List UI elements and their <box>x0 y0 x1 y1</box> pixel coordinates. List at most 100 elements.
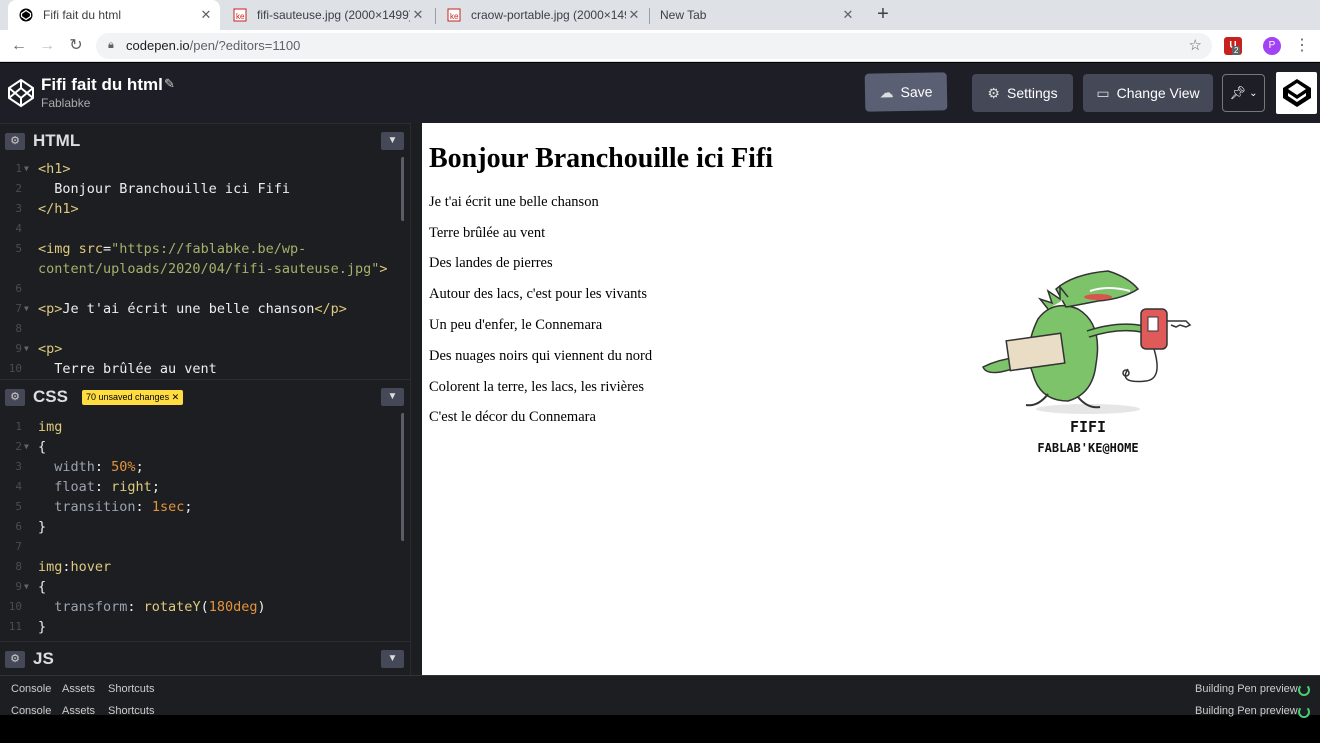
code-line[interactable]: 3 width: 50%; <box>0 457 404 477</box>
browser-menu-icon[interactable]: ⋮ <box>1294 36 1310 56</box>
code-line[interactable]: 5 <img src="https://fablabke.be/wp- <box>0 239 404 259</box>
fold-arrow-icon[interactable]: ▼ <box>24 577 29 597</box>
code-line[interactable]: 1 img <box>0 417 404 437</box>
html-code-editor[interactable]: 1 ▼ <h1> 2 Bonjour Branchouille ici Fifi 3 </… <box>0 157 404 379</box>
tab-fifi-fait-du-html[interactable]: Fifi fait du html ✕ <box>8 0 220 30</box>
fifi-dragon-illustration[interactable]: FIFI FABLAB'KE@HOME <box>978 269 1218 469</box>
code-line[interactable]: 8 img:hover <box>0 557 404 577</box>
code-line[interactable]: 8 <box>0 319 404 339</box>
tab-fifi-sauteuse[interactable]: ke fifi-sauteuse.jpg (2000×1499) ✕ <box>222 0 432 30</box>
line-number: 10 <box>8 600 22 613</box>
chevron-down-icon: ⌄ <box>1249 87 1258 99</box>
editor-resizer[interactable] <box>410 123 422 675</box>
close-tab-icon[interactable]: ✕ <box>198 7 214 23</box>
pen-author[interactable]: Fablabke <box>41 96 90 110</box>
assets-button[interactable]: Assets <box>62 705 95 717</box>
result-preview[interactable]: Bonjour Branchouille ici Fifi Je t'ai éc… <box>422 123 1320 675</box>
tab-new-tab[interactable]: New Tab ✕ <box>650 0 862 30</box>
save-button[interactable]: ☁ Save <box>864 72 948 112</box>
code-text: <img src="https://fablabke.be/wp- <box>38 241 307 257</box>
js-panel-header: ⚙ JS ▼ <box>0 641 410 675</box>
edit-pencil-icon[interactable]: ✎ <box>164 76 175 92</box>
css-code-editor[interactable]: 1 img 2 ▼{3 width: 50%; 4 float: right; 5 tra… <box>0 413 404 641</box>
shortcuts-button[interactable]: Shortcuts <box>108 683 154 695</box>
fold-arrow-icon[interactable]: ▼ <box>24 339 29 359</box>
back-arrow-icon[interactable]: ← <box>9 36 29 56</box>
tab-craow-portable[interactable]: ke craow-portable.jpg (2000×1499) ✕ <box>436 0 648 30</box>
code-line[interactable]: 2 Bonjour Branchouille ici Fifi <box>0 179 404 199</box>
fold-arrow-icon[interactable]: ▼ <box>24 299 29 319</box>
html-panel-header: ⚙ HTML ▼ <box>0 123 410 157</box>
address-bar[interactable]: 🔒︎ codepen.io/pen/?editors=1100 ☆ <box>96 33 1212 59</box>
line-number: 9 <box>15 580 22 593</box>
html-panel-title: HTML <box>33 131 81 150</box>
line-number: 6 <box>15 282 22 295</box>
line-number: 10 <box>8 362 22 375</box>
js-settings-gear-icon[interactable]: ⚙ <box>5 651 25 668</box>
console-button[interactable]: Console <box>11 683 51 695</box>
tab-title: New Tab <box>660 8 707 22</box>
close-tab-icon[interactable]: ✕ <box>840 7 856 23</box>
code-line[interactable]: 3 </h1> <box>0 199 404 219</box>
code-text: width: 50%; <box>38 459 144 475</box>
code-line[interactable]: 9 ▼ <p> <box>0 339 404 359</box>
code-line[interactable]: content/uploads/2020/04/fifi-sauteuse.jp… <box>0 259 404 279</box>
code-line[interactable]: 6} <box>0 517 404 537</box>
code-line[interactable]: 6 <box>0 279 404 299</box>
css-panel-title: CSS <box>33 387 68 406</box>
code-line[interactable]: 4 float: right; <box>0 477 404 497</box>
code-line[interactable]: 1 ▼ <h1> <box>0 159 404 179</box>
js-panel-chevron-down-icon[interactable]: ▼ <box>381 650 404 668</box>
close-tab-icon[interactable]: ✕ <box>410 7 426 23</box>
code-line[interactable]: 9 ▼ { <box>0 577 404 597</box>
code-line[interactable]: 5 transition: 1sec; <box>0 497 404 517</box>
url-text: codepen.io/pen/?editors=1100 <box>126 38 301 53</box>
preview-paragraph: Terre brûlée au vent <box>429 225 546 241</box>
code-line[interactable]: 7 <box>0 537 404 557</box>
shortcuts-button[interactable]: Shortcuts <box>108 705 154 717</box>
reload-icon[interactable]: ↻ <box>66 36 86 56</box>
preview-paragraph: Des landes de pierres <box>429 255 553 271</box>
bookmark-star-icon[interactable]: ☆ <box>1189 36 1202 54</box>
cloud-icon: ☁ <box>879 83 894 100</box>
css-settings-gear-icon[interactable]: ⚙ <box>5 389 25 406</box>
fold-arrow-icon[interactable]: ▼ <box>24 159 29 179</box>
css-panel-chevron-down-icon[interactable]: ▼ <box>381 388 404 406</box>
pin-icon: 📌︎ <box>1229 85 1247 100</box>
assets-button[interactable]: Assets <box>62 683 95 695</box>
fold-arrow-icon[interactable]: ▼ <box>24 437 29 457</box>
close-badge-icon[interactable]: ✕ <box>172 392 180 402</box>
preview-paragraph: Autour des lacs, c'est pour les vivants <box>429 286 648 302</box>
close-tab-icon[interactable]: ✕ <box>626 7 642 23</box>
console-button[interactable]: Console <box>11 705 51 717</box>
change-view-button[interactable]: ▭ Change View <box>1083 74 1213 112</box>
code-line[interactable]: 11} <box>0 617 404 637</box>
html-settings-gear-icon[interactable]: ⚙ <box>5 133 25 150</box>
codepen-logo-icon[interactable] <box>6 78 36 108</box>
svg-text:ke: ke <box>450 12 459 21</box>
settings-button[interactable]: ⚙ Settings <box>972 74 1073 112</box>
code-text: { <box>38 439 47 455</box>
codepen-favicon-icon <box>18 7 34 23</box>
new-tab-plus-icon[interactable]: + <box>872 4 894 26</box>
code-line[interactable]: 7 ▼ <p>Je t'ai écrit une belle chanson</p> <box>0 299 404 319</box>
html-panel-chevron-down-icon[interactable]: ▼ <box>381 132 404 150</box>
preview-paragraph: C'est le décor du Connemara <box>429 409 596 425</box>
preview-heading: Bonjour Branchouille ici Fifi <box>429 143 774 174</box>
forward-arrow-icon[interactable]: → <box>37 36 57 56</box>
unsaved-changes-badge[interactable]: 70 unsaved changes ✕ <box>82 390 184 405</box>
code-line[interactable]: 10 transform: rotateY(180deg) <box>0 597 404 617</box>
profile-avatar[interactable]: P <box>1263 37 1281 55</box>
code-line[interactable]: 4 <box>0 219 404 239</box>
line-number: 6 <box>15 520 22 533</box>
user-avatar[interactable] <box>1276 72 1317 114</box>
code-line[interactable]: 10 Terre brûlée au vent <box>0 359 404 379</box>
code-text: img <box>38 419 63 435</box>
code-line[interactable]: 2 ▼ { <box>0 437 404 457</box>
pen-title[interactable]: Fifi fait du html <box>41 75 163 95</box>
line-number: 3 <box>15 202 22 215</box>
tab-title: Fifi fait du html <box>43 8 122 22</box>
pin-dropdown-button[interactable]: 📌︎ ⌄ <box>1222 74 1265 112</box>
line-number: 4 <box>15 480 22 493</box>
editor-column: ⚙ HTML ▼ 1 ▼ <h1> 2 Bonjour Branchouille ic… <box>0 123 410 675</box>
